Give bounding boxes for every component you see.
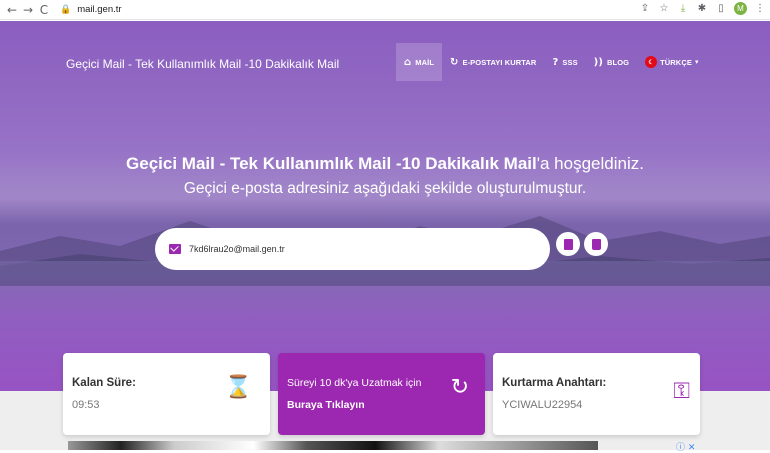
- delete-button[interactable]: [584, 232, 608, 256]
- email-address-field[interactable]: 7kd6lrau2o@mail.gen.tr: [155, 228, 550, 270]
- remaining-time-card: Kalan Süre: 09:53 ⌛: [63, 353, 270, 435]
- top-navigation: ⌂ MAİL ↻ E-POSTAYI KURTAR ? SSS )) BLOG …: [396, 43, 707, 81]
- headline-rest: 'a hoşgeldiniz.: [536, 154, 644, 173]
- recovery-key-title: Kurtarma Anahtarı:: [502, 377, 607, 389]
- extend-time-title: Süreyi 10 dk'ya Uzatmak için: [287, 377, 422, 389]
- share-icon[interactable]: ⇪: [639, 3, 651, 14]
- rss-icon: )): [593, 56, 604, 68]
- nav-label-mail: MAİL: [415, 57, 434, 67]
- url-text[interactable]: mail.gen.tr: [77, 4, 121, 15]
- key-icon: ⚿: [673, 379, 690, 404]
- ad-close-icon[interactable]: ⓘ ✕: [676, 440, 695, 453]
- recover-icon: ↻: [450, 56, 459, 68]
- nav-item-mail[interactable]: ⌂ MAİL: [396, 43, 442, 81]
- site-title[interactable]: Geçici Mail - Tek Kullanımlık Mail -10 D…: [66, 57, 339, 71]
- ad-banner[interactable]: [68, 441, 598, 450]
- profile-avatar[interactable]: M: [734, 2, 747, 15]
- download-icon[interactable]: ⤓: [677, 3, 689, 14]
- forward-icon[interactable]: →: [20, 2, 36, 18]
- extend-time-link[interactable]: Buraya Tıklayın: [287, 399, 365, 411]
- address-bar[interactable]: 🔒 mail.gen.tr: [60, 2, 122, 18]
- reload-icon[interactable]: C: [36, 2, 52, 18]
- back-icon[interactable]: ←: [4, 2, 20, 18]
- lock-icon[interactable]: 🔒: [60, 5, 71, 15]
- mail-icon: [169, 244, 181, 254]
- recovery-key-value[interactable]: YCIWALU22954: [502, 399, 582, 411]
- nav-label-recover: E-POSTAYI KURTAR: [462, 57, 537, 67]
- nav-label-faq: SSS: [562, 57, 578, 67]
- hourglass-icon: ⌛: [224, 375, 252, 400]
- welcome-subline: Geçici e-posta adresiniz aşağıdaki şekil…: [183, 180, 587, 197]
- email-address[interactable]: 7kd6lrau2o@mail.gen.tr: [189, 244, 285, 254]
- extend-time-card[interactable]: Süreyi 10 dk'ya Uzatmak için Buraya Tıkl…: [278, 353, 485, 435]
- home-icon: ⌂: [404, 56, 412, 68]
- browser-toolbar: ← → C 🔒 mail.gen.tr ⇪ ☆ ⤓ ✱ ▯ M ⋮: [0, 0, 770, 20]
- nav-item-recover[interactable]: ↻ E-POSTAYI KURTAR: [442, 43, 544, 81]
- lake-background: [0, 261, 770, 321]
- copy-icon: [563, 238, 573, 250]
- menu-icon[interactable]: ⋮: [754, 3, 766, 14]
- welcome-headline: Geçici Mail - Tek Kullanımlık Mail -10 D…: [0, 154, 770, 174]
- headline-bold: Geçici Mail - Tek Kullanımlık Mail -10 D…: [126, 154, 537, 173]
- browser-actions: ⇪ ☆ ⤓ ✱ ▯ M ⋮: [639, 2, 766, 15]
- question-icon: ?: [552, 56, 559, 68]
- hero-section: Geçici Mail - Tek Kullanımlık Mail -10 D…: [0, 21, 770, 391]
- remaining-time-value: 09:53: [72, 399, 100, 411]
- refresh-icon[interactable]: ↻: [451, 375, 469, 400]
- language-label: TÜRKÇE: [660, 57, 692, 67]
- nav-item-blog[interactable]: )) BLOG: [586, 43, 637, 81]
- star-icon[interactable]: ☆: [658, 3, 670, 14]
- trash-icon: [591, 238, 601, 250]
- turkey-flag-icon: ☾: [645, 56, 658, 68]
- chevron-down-icon: ▾: [694, 58, 699, 66]
- extensions-icon[interactable]: ✱: [696, 3, 708, 14]
- nav-label-blog: BLOG: [607, 57, 630, 67]
- nav-item-faq[interactable]: ? SSS: [544, 43, 585, 81]
- copy-button[interactable]: [556, 232, 580, 256]
- language-dropdown[interactable]: ☾ TÜRKÇE ▾: [637, 43, 706, 81]
- recovery-key-card: Kurtarma Anahtarı: YCIWALU22954 ⚿: [493, 353, 700, 435]
- sidebar-icon[interactable]: ▯: [715, 3, 727, 14]
- remaining-time-title: Kalan Süre:: [72, 377, 136, 389]
